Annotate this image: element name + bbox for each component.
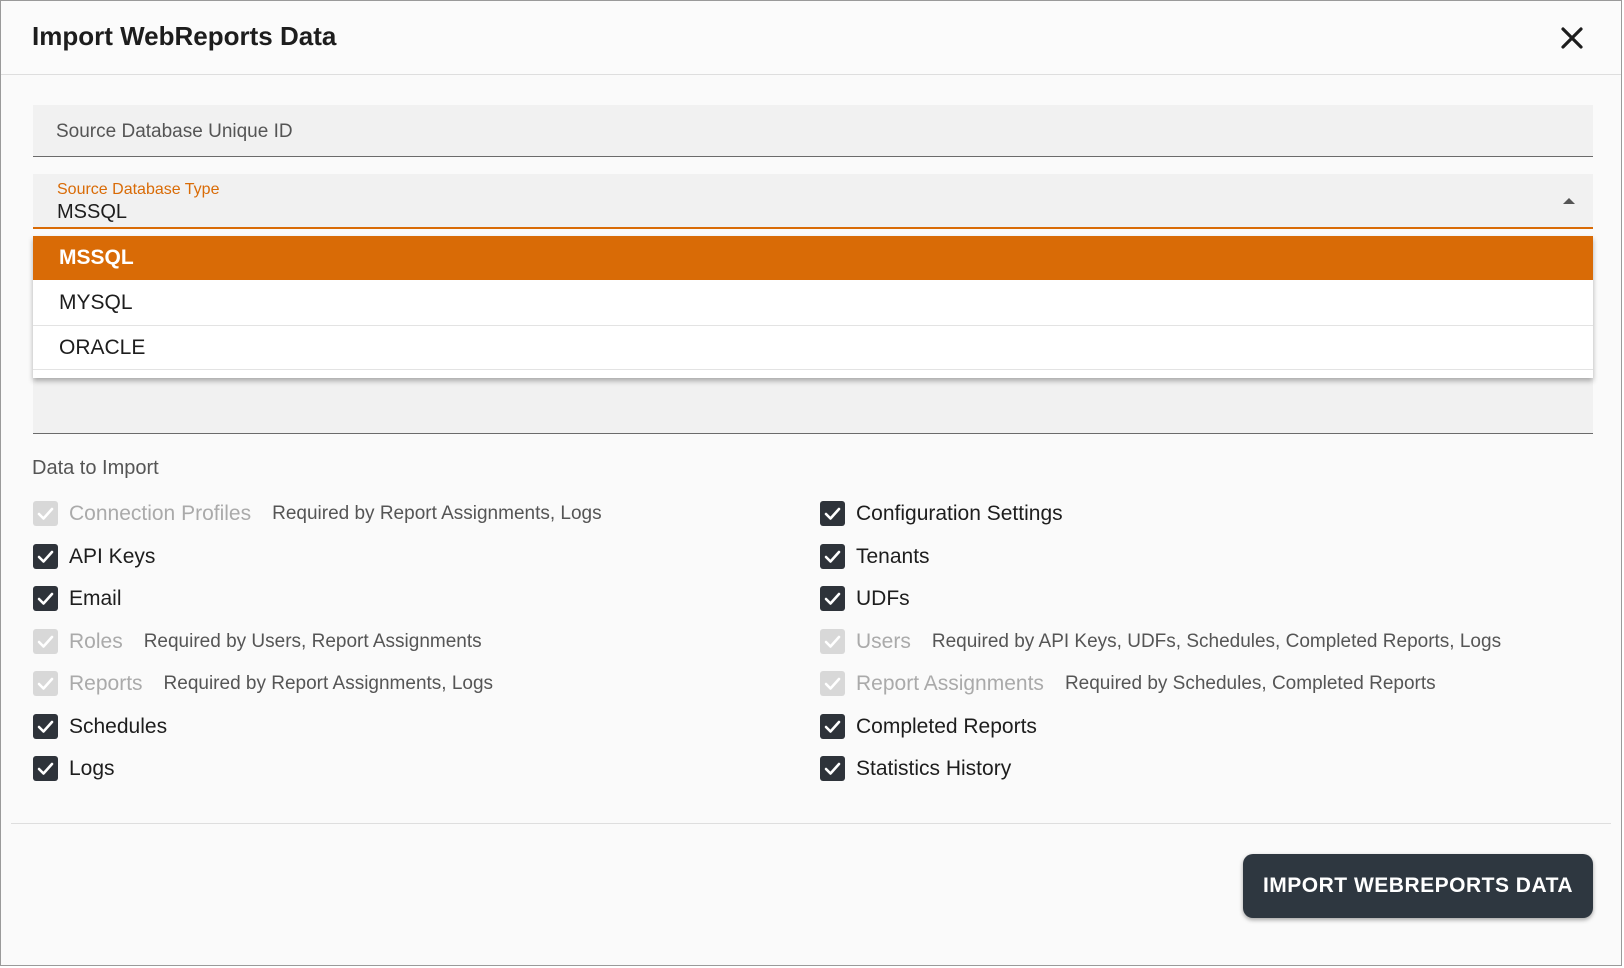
db-type-label: Source Database Type	[57, 181, 220, 198]
checkmark-icon	[824, 550, 841, 563]
import-option-reports: Reports Required by Report Assignments, L…	[33, 671, 602, 714]
checkbox-label: Connection Profiles	[69, 502, 252, 525]
import-option-tenants: Tenants	[820, 543, 1501, 587]
checkbox-roles	[33, 628, 58, 654]
checkbox-udfs[interactable]	[820, 586, 845, 611]
import-option-logs: Logs	[33, 756, 602, 799]
dialog-title: Import WebReports Data	[32, 21, 337, 51]
checkbox-label: Users	[856, 629, 911, 653]
option-mssql[interactable]: MSSQL	[33, 236, 1593, 280]
checkbox-label: Report Assignments	[856, 672, 1044, 695]
checkbox-label: API Keys	[69, 544, 156, 568]
checkmark-icon	[37, 507, 54, 520]
checkmark-icon	[37, 550, 54, 563]
dialog-header: Import WebReports Data	[1, 1, 1621, 75]
checkmark-icon	[37, 677, 54, 690]
db-type-value: MSSQL	[57, 201, 128, 223]
import-option-udfs: UDFs	[820, 586, 1501, 629]
import-option-api-keys: API Keys	[33, 543, 602, 587]
checkbox-label: Statistics History	[856, 757, 1012, 780]
checkmark-icon	[824, 720, 841, 733]
checkbox-api-keys[interactable]	[33, 543, 58, 569]
import-option-statistics-history: Statistics History	[820, 756, 1501, 799]
checkbox-label: Reports	[69, 672, 143, 695]
checkbox-label: UDFs	[856, 587, 910, 610]
caret-up-icon[interactable]	[1563, 198, 1575, 204]
checkbox-label: Completed Reports	[856, 714, 1037, 738]
checkbox-label: Tenants	[856, 544, 930, 568]
requirement-note: Required by Report Assignments, Logs	[163, 673, 494, 694]
requirement-note: Required by Report Assignments, Logs	[272, 503, 602, 524]
import-option-schedules: Schedules	[33, 713, 602, 757]
checkbox-email[interactable]	[33, 586, 58, 611]
checkmark-icon	[37, 762, 54, 775]
option-mysql[interactable]: MYSQL	[33, 280, 1593, 326]
db-type-dropdown-menu: MSSQL MYSQL ORACLE	[33, 236, 1593, 378]
import-option-connection-profiles: Connection Profiles Required by Report As…	[33, 501, 602, 544]
import-option-email: Email	[33, 586, 602, 629]
checkbox-configuration-settings[interactable]	[820, 501, 845, 526]
footer-divider	[11, 823, 1611, 824]
checkmark-icon	[824, 507, 841, 520]
checkbox-users	[820, 628, 845, 654]
checkmark-icon	[37, 720, 54, 733]
import-column-left: Connection Profiles Required by Report As…	[33, 501, 602, 799]
import-option-report-assignments: Report Assignments Required by Schedules,…	[820, 671, 1501, 714]
checkbox-statistics-history[interactable]	[820, 756, 845, 781]
checkbox-schedules[interactable]	[33, 713, 58, 739]
import-option-configuration-settings: Configuration Settings	[820, 501, 1501, 544]
import-button[interactable]: IMPORT WEBREPORTS DATA	[1243, 854, 1593, 918]
checkmark-icon	[824, 592, 841, 605]
db-type-select[interactable]: Source Database Type MSSQL	[33, 174, 1593, 229]
checkbox-logs[interactable]	[33, 756, 58, 781]
checkbox-report-assignments	[820, 671, 845, 696]
checkmark-icon	[824, 635, 841, 648]
requirement-note: Required by Users, Report Assignments	[143, 630, 482, 652]
checkbox-label: Email	[69, 587, 122, 610]
close-icon[interactable]	[1557, 23, 1587, 53]
checkbox-label: Configuration Settings	[856, 502, 1063, 525]
checkbox-tenants[interactable]	[820, 543, 845, 569]
checkmark-icon	[37, 635, 54, 648]
checkmark-icon	[824, 677, 841, 690]
requirement-note: Required by API Keys, UDFs, Schedules, C…	[931, 630, 1502, 652]
checkbox-reports	[33, 671, 58, 696]
checkbox-label: Schedules	[69, 714, 168, 738]
checkmark-icon	[824, 762, 841, 775]
requirement-note: Required by Schedules, Completed Reports	[1064, 673, 1436, 694]
section-label: Data to Import	[32, 457, 159, 479]
import-column-right: Configuration Settings Tenants UDFs Users Re…	[820, 501, 1501, 799]
option-oracle[interactable]: ORACLE	[33, 326, 1593, 370]
checkbox-connection-profiles	[33, 501, 58, 526]
checkmark-icon	[37, 592, 54, 605]
checkbox-completed-reports[interactable]	[820, 713, 845, 739]
import-option-completed-reports: Completed Reports	[820, 713, 1501, 757]
checkbox-label: Logs	[69, 757, 115, 780]
checkbox-label: Roles	[69, 629, 123, 653]
unique-id-field[interactable]: Source Database Unique ID	[33, 105, 1593, 157]
unique-id-placeholder: Source Database Unique ID	[56, 121, 293, 142]
import-option-roles: Roles Required by Users, Report Assignmen…	[33, 628, 602, 672]
import-option-users: Users Required by API Keys, UDFs, Schedul…	[820, 628, 1502, 672]
import-dialog: Import WebReports Data Source Database U…	[0, 0, 1622, 966]
